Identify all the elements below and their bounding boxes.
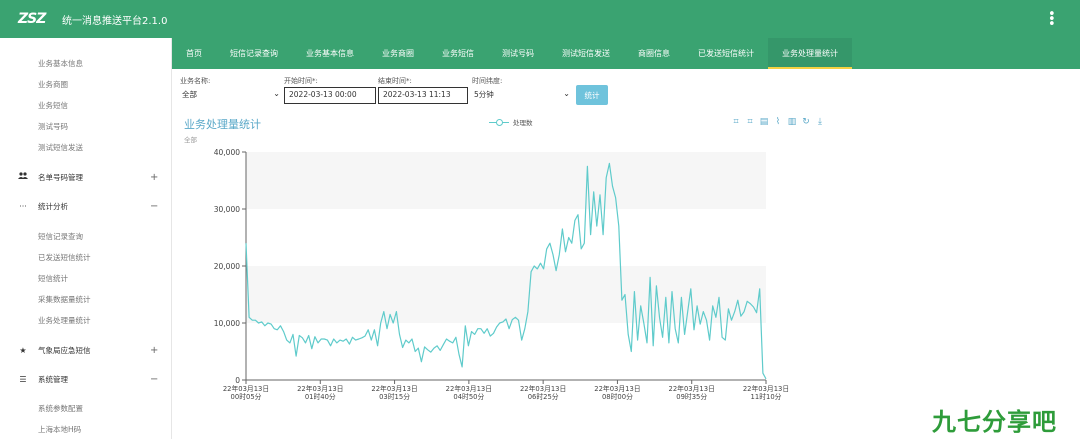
- tab-business-area[interactable]: 业务商圈: [368, 38, 428, 69]
- sidebar-group-label: 气象局应急短信: [38, 345, 91, 355]
- chart-legend[interactable]: 处理数: [489, 117, 533, 127]
- time-dimension-value: 5分钟: [474, 90, 494, 99]
- sidebar-group-stats[interactable]: ··· 统计分析 −: [0, 198, 172, 214]
- legend-marker: [489, 118, 509, 126]
- collapse-icon[interactable]: −: [150, 374, 158, 385]
- sidebar-item-business-info[interactable]: 业务基本信息: [38, 58, 83, 69]
- ellipsis-icon: ···: [19, 201, 27, 211]
- start-time-input[interactable]: 2022-03-13 00:00: [284, 87, 376, 104]
- y-tick-label: 10,000: [214, 319, 240, 328]
- sidebar-item-system-params[interactable]: 系统参数配置: [38, 403, 83, 414]
- grid-band: [246, 266, 766, 323]
- sidebar-group-label: 名单号码管理: [38, 172, 83, 182]
- tab-business-info[interactable]: 业务基本信息: [292, 38, 368, 69]
- y-tick-label: 30,000: [214, 205, 240, 214]
- collapse-icon[interactable]: −: [150, 201, 158, 212]
- download-icon[interactable]: ⤓: [813, 117, 827, 127]
- sidebar: 业务基本信息 业务商圈 业务短信 测试号码 测试短信发送 名单号码管理 + ··…: [0, 38, 172, 439]
- y-tick-label: 40,000: [214, 148, 240, 157]
- x-tick-label: 00时05分: [231, 392, 262, 401]
- tab-business-sms[interactable]: 业务短信: [428, 38, 488, 69]
- watermark: 九七分享吧: [932, 408, 1057, 436]
- sidebar-item-sent-stats[interactable]: 已发送短信统计: [38, 252, 91, 263]
- x-tick-label: 22年03月13日: [743, 384, 789, 393]
- tab-home[interactable]: 首页: [172, 38, 216, 69]
- sidebar-group-label: 统计分析: [38, 201, 68, 211]
- tab-sms-records[interactable]: 短信记录查询: [216, 38, 292, 69]
- sidebar-item-business-area[interactable]: 业务商圈: [38, 79, 68, 90]
- x-tick-label: 22年03月13日: [446, 384, 492, 393]
- x-tick-label: 09时35分: [676, 392, 707, 401]
- tab-sent-stats[interactable]: 已发送短信统计: [684, 38, 768, 69]
- zoom-reset-icon[interactable]: ⌗: [743, 117, 757, 127]
- sidebar-item-sms-stats[interactable]: 短信统计: [38, 273, 68, 284]
- kebab-icon[interactable]: • • •: [1048, 8, 1056, 31]
- chart-title: 业务处理量统计: [184, 118, 261, 131]
- sidebar-group-weather[interactable]: ★ 气象局应急短信 +: [0, 342, 172, 358]
- tab-process-stats[interactable]: 业务处理量统计: [768, 38, 852, 69]
- business-select[interactable]: 全部 ⌄: [180, 87, 282, 104]
- line-chart: 010,00020,00030,00040,00022年03月13日00时05分…: [214, 148, 789, 401]
- logo: ZSZ: [18, 11, 46, 27]
- bar-icon[interactable]: ▥: [785, 117, 799, 127]
- tab-bar: 首页 短信记录查询 业务基本信息 业务商圈 业务短信 测试号码 测试短信发送 商…: [172, 38, 1080, 69]
- x-tick-label: 22年03月13日: [594, 384, 640, 393]
- line-icon[interactable]: ⌇: [771, 117, 785, 127]
- chevron-down-icon: ⌄: [273, 89, 280, 98]
- tab-test-send[interactable]: 测试短信发送: [548, 38, 624, 69]
- top-header: ZSZ 统一消息推送平台2.1.0 • • •: [0, 0, 1080, 38]
- x-tick-label: 03时15分: [379, 392, 410, 401]
- end-time-input[interactable]: 2022-03-13 11:13: [378, 87, 468, 104]
- sidebar-group-blacklist[interactable]: 名单号码管理 +: [0, 169, 172, 185]
- sidebar-item-shanghai-h[interactable]: 上海本地H码: [38, 424, 81, 435]
- x-tick-label: 08时00分: [602, 392, 633, 401]
- x-tick-label: 22年03月13日: [371, 384, 417, 393]
- data-view-icon[interactable]: ▤: [757, 117, 771, 127]
- chart-toolbox: ⌗ ⌗ ▤ ⌇ ▥ ↻ ⤓: [729, 117, 827, 127]
- grid-band: [246, 209, 766, 266]
- star-icon: ★: [19, 345, 27, 355]
- x-tick-label: 04时50分: [453, 392, 484, 401]
- sidebar-item-process-stats[interactable]: 业务处理量统计: [38, 315, 91, 326]
- end-time-label: 结束时间*:: [378, 77, 412, 85]
- time-dimension-select[interactable]: 5分钟 ⌄: [472, 87, 572, 104]
- y-tick-label: 0: [235, 376, 240, 385]
- tab-area-info[interactable]: 商圈信息: [624, 38, 684, 69]
- x-tick-label: 22年03月13日: [520, 384, 566, 393]
- tab-test-number[interactable]: 测试号码: [488, 38, 548, 69]
- sidebar-item-test-number[interactable]: 测试号码: [38, 121, 68, 132]
- sidebar-group-system[interactable]: ☰ 系统管理 −: [0, 371, 172, 387]
- y-tick-label: 20,000: [214, 262, 240, 271]
- business-select-value: 全部: [182, 90, 197, 99]
- sidebar-item-collect-stats[interactable]: 采集数据量统计: [38, 294, 91, 305]
- users-icon: [17, 172, 29, 182]
- expand-icon[interactable]: +: [150, 172, 158, 183]
- sidebar-item-sms-records[interactable]: 短信记录查询: [38, 231, 83, 242]
- x-tick-label: 11时10分: [751, 392, 782, 401]
- legend-label: 处理数: [513, 119, 533, 127]
- x-tick-label: 22年03月13日: [223, 384, 269, 393]
- x-tick-label: 06时25分: [528, 392, 559, 401]
- x-tick-label: 22年03月13日: [297, 384, 343, 393]
- sidebar-group-label: 系统管理: [38, 374, 68, 384]
- x-tick-label: 22年03月13日: [669, 384, 715, 393]
- grid-band: [246, 323, 766, 380]
- time-dimension-label: 时间纬度:: [472, 77, 503, 85]
- app-title: 统一消息推送平台2.1.0: [62, 15, 168, 27]
- expand-icon[interactable]: +: [150, 345, 158, 356]
- stat-button[interactable]: 统计: [576, 85, 608, 105]
- sidebar-item-test-send[interactable]: 测试短信发送: [38, 142, 83, 153]
- menu-icon: ☰: [19, 374, 27, 384]
- x-tick-label: 01时40分: [305, 392, 336, 401]
- business-label: 业务名称:: [180, 77, 211, 85]
- restore-icon[interactable]: ↻: [799, 117, 813, 127]
- start-time-label: 开始时间*:: [284, 77, 318, 85]
- grid-band: [246, 152, 766, 209]
- zoom-icon[interactable]: ⌗: [729, 117, 743, 127]
- chevron-down-icon: ⌄: [563, 89, 570, 98]
- sidebar-item-business-sms[interactable]: 业务短信: [38, 100, 68, 111]
